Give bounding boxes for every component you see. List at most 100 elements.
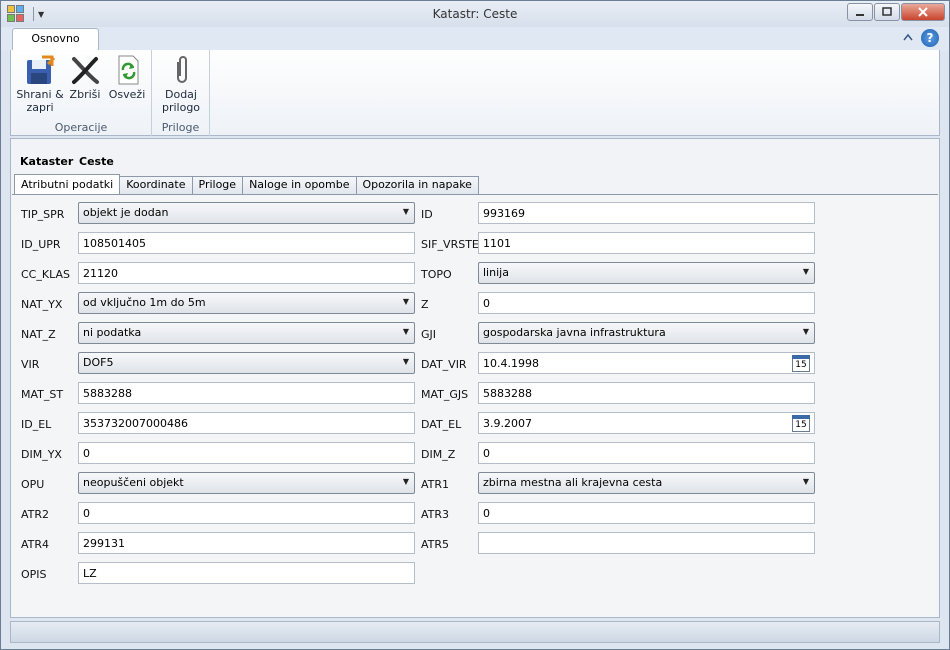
minimize-button[interactable] [847, 3, 873, 21]
select-nat-z[interactable]: ni podatka ▼ [78, 322, 415, 344]
input-mat-gjs[interactable]: 5883288 [478, 382, 815, 404]
value-mat-gjs: 5883288 [483, 387, 532, 400]
value-mat-st: 5883288 [83, 387, 132, 400]
add-attachment-button[interactable]: Dodaj prilogo [157, 54, 205, 114]
label-tip-spr: TIP_SPR [21, 208, 65, 221]
label-dat-vir: DAT_VIR [421, 358, 467, 371]
tab-strip: Atributni podatki Koordinate Priloge Nal… [14, 174, 479, 194]
delete-icon [69, 54, 101, 86]
value-opu: neopuščeni objekt [83, 476, 184, 489]
minimize-icon [856, 14, 864, 16]
maximize-button[interactable] [874, 3, 900, 21]
collapse-ribbon-icon[interactable] [903, 33, 913, 44]
date-dat-vir[interactable]: 10.4.1998 15 [478, 352, 815, 374]
label-nat-z: NAT_Z [21, 328, 56, 341]
value-atr3: 0 [483, 507, 490, 520]
value-atr4: 299131 [83, 537, 125, 550]
status-bar [10, 621, 940, 643]
value-vir: DOF5 [83, 356, 114, 369]
tab-opozorila-in-napake[interactable]: Opozorila in napake [355, 176, 479, 194]
label-dat-el: DAT_EL [421, 418, 462, 431]
breadcrumb-item: Ceste [79, 155, 114, 168]
input-id[interactable]: 993169 [478, 202, 815, 224]
tab-priloge[interactable]: Priloge [191, 176, 244, 194]
dropdown-arrow-icon[interactable]: ▼ [803, 477, 809, 486]
ribbon-tab-strip: Osnovno ? [1, 27, 949, 52]
tab-naloge-in-opombe[interactable]: Naloge in opombe [242, 176, 357, 194]
label-nat-yx: NAT_YX [21, 298, 63, 311]
dropdown-arrow-icon[interactable]: ▼ [403, 327, 409, 336]
tab-koordinate[interactable]: Koordinate [119, 176, 193, 194]
input-dim-yx[interactable]: 0 [78, 442, 415, 464]
dropdown-arrow-icon[interactable]: ▼ [403, 477, 409, 486]
refresh-label: Osveži [108, 88, 146, 101]
input-atr3[interactable]: 0 [478, 502, 815, 524]
group-label-priloge: Priloge [161, 121, 200, 134]
input-sif-vrste[interactable]: 1101 [478, 232, 815, 254]
input-id-upr[interactable]: 108501405 [78, 232, 415, 254]
window-controls [846, 3, 945, 21]
label-gji: GJI [421, 328, 437, 341]
label-dim-z: DIM_Z [421, 448, 456, 461]
value-nat-z: ni podatka [83, 326, 142, 339]
input-mat-st[interactable]: 5883288 [78, 382, 415, 404]
label-id: ID [421, 208, 433, 221]
add-attachment-label: Dodaj prilogo [161, 88, 201, 114]
save-close-button[interactable]: Shrani & zapri [15, 54, 65, 114]
close-button[interactable] [901, 3, 945, 21]
ribbon: Shrani & zapri Zbriši Osveži Operacije D… [10, 50, 940, 136]
label-opis: OPIS [21, 568, 47, 581]
label-cc-klas: CC_KLAS [21, 268, 70, 281]
value-id-el: 353732007000486 [83, 417, 188, 430]
value-topo: linija [483, 266, 509, 279]
input-atr5[interactable] [478, 532, 815, 554]
breadcrumb-section[interactable]: Kataster [20, 155, 73, 168]
input-dim-z[interactable]: 0 [478, 442, 815, 464]
input-atr2[interactable]: 0 [78, 502, 415, 524]
close-icon [918, 7, 928, 17]
label-sif-vrste: SIF_VRSTE [421, 238, 479, 251]
input-z[interactable]: 0 [478, 292, 815, 314]
content-area: Kataster Ceste Atributni podatki Koordin… [10, 138, 940, 618]
input-atr4[interactable]: 299131 [78, 532, 415, 554]
delete-label: Zbriši [69, 88, 101, 101]
delete-button[interactable]: Zbriši [67, 54, 103, 101]
select-gji[interactable]: gospodarska javna infrastruktura ▼ [478, 322, 815, 344]
value-gji: gospodarska javna infrastruktura [483, 326, 666, 339]
save-close-label: Shrani & zapri [16, 88, 64, 114]
ribbon-tab-osnovno[interactable]: Osnovno [12, 28, 99, 52]
help-icon[interactable]: ? [921, 29, 939, 47]
dropdown-arrow-icon[interactable]: ▼ [803, 327, 809, 336]
date-dat-el[interactable]: 3.9.2007 15 [478, 412, 815, 434]
label-mat-gjs: MAT_GJS [421, 388, 469, 401]
label-atr1: ATR1 [421, 478, 450, 491]
tab-atributni-podatki[interactable]: Atributni podatki [14, 174, 121, 194]
select-opu[interactable]: neopuščeni objekt ▼ [78, 472, 415, 494]
ribbon-group-operacije: Shrani & zapri Zbriši Osveži Operacije [11, 50, 152, 136]
label-topo: TOPO [421, 268, 452, 281]
value-nat-yx: od vključno 1m do 5m [83, 296, 206, 309]
value-tip-spr: objekt je dodan [83, 206, 169, 219]
label-mat-st: MAT_ST [21, 388, 64, 401]
dropdown-arrow-icon[interactable]: ▼ [403, 207, 409, 216]
calendar-icon[interactable]: 15 [792, 355, 810, 372]
refresh-button[interactable]: Osveži [107, 54, 147, 101]
input-id-el[interactable]: 353732007000486 [78, 412, 415, 434]
dropdown-arrow-icon[interactable]: ▼ [403, 357, 409, 366]
select-tip-spr[interactable]: objekt je dodan ▼ [78, 202, 415, 224]
window-title: Katastr: Ceste [432, 7, 518, 21]
input-cc-klas[interactable]: 21120 [78, 262, 415, 284]
dropdown-arrow-icon[interactable]: ▼ [803, 267, 809, 276]
dropdown-arrow-icon[interactable]: ▼ [403, 297, 409, 306]
select-atr1[interactable]: zbirna mestna ali krajevna cesta ▼ [478, 472, 815, 494]
group-label-operacije: Operacije [54, 121, 108, 134]
input-opis[interactable]: LZ [78, 562, 415, 584]
label-atr4: ATR4 [21, 538, 50, 551]
ribbon-group-priloge: Dodaj prilogo Priloge [152, 50, 210, 136]
value-dim-z: 0 [483, 447, 490, 460]
select-nat-yx[interactable]: od vključno 1m do 5m ▼ [78, 292, 415, 314]
select-vir[interactable]: DOF5 ▼ [78, 352, 415, 374]
select-topo[interactable]: linija ▼ [478, 262, 815, 284]
calendar-icon[interactable]: 15 [792, 415, 810, 432]
value-dat-vir: 10.4.1998 [483, 357, 539, 370]
